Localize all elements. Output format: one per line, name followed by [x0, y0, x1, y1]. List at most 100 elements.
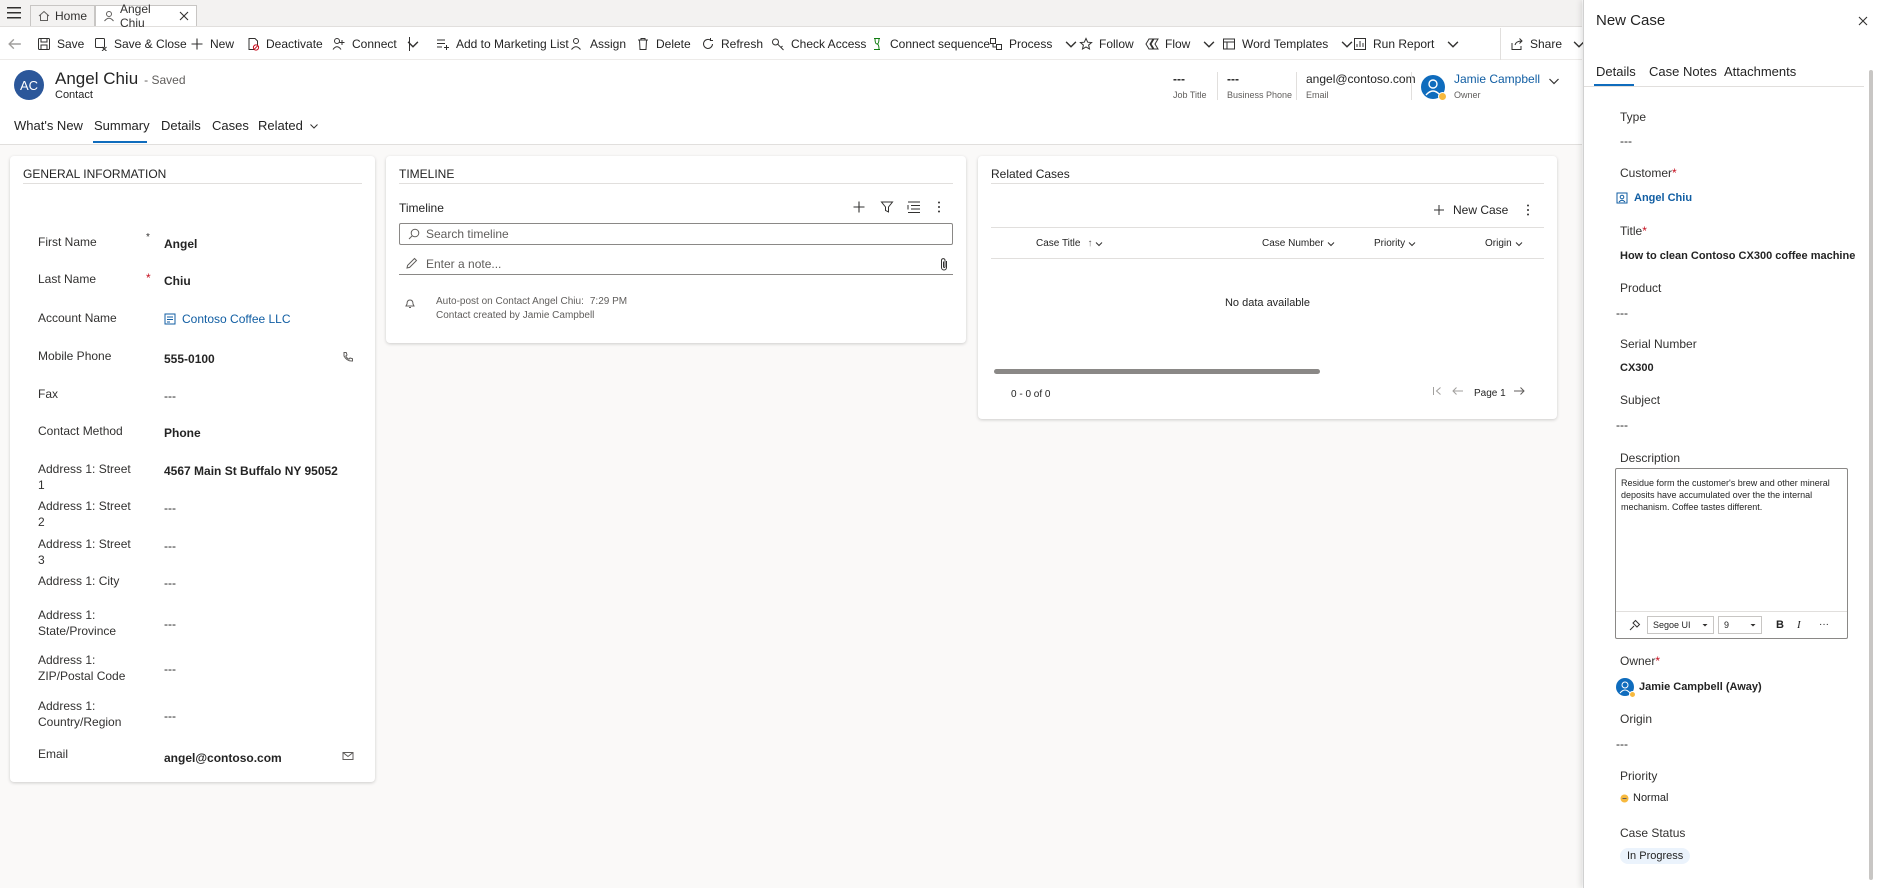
description-editor[interactable]: Residue form the customer's brew and oth…: [1615, 468, 1848, 639]
tab-summary[interactable]: Summary: [94, 118, 150, 133]
new-button[interactable]: New: [190, 28, 234, 60]
note-input[interactable]: Enter a note...: [426, 257, 501, 271]
product-field[interactable]: ---: [1616, 306, 1628, 320]
owner-link[interactable]: Jamie Campbell: [1454, 72, 1540, 86]
tab-whats-new[interactable]: What's New: [14, 118, 83, 133]
save-button[interactable]: Save: [37, 28, 84, 60]
required-mark: *: [146, 271, 151, 285]
first-page-icon[interactable]: [1432, 386, 1442, 396]
field-value[interactable]: ---: [164, 539, 176, 553]
delete-label: Delete: [656, 37, 691, 51]
field-value[interactable]: ---: [164, 501, 176, 515]
origin-field[interactable]: ---: [1616, 737, 1628, 751]
customer-field[interactable]: Angel Chiu: [1616, 192, 1692, 204]
attachment-icon[interactable]: [939, 257, 949, 271]
column-priority[interactable]: Priority: [1374, 238, 1416, 249]
new-case-button[interactable]: New Case: [1433, 203, 1508, 217]
more-options-icon[interactable]: [936, 200, 942, 214]
previous-page-icon[interactable]: [1452, 386, 1464, 396]
save-close-button[interactable]: Save & Close: [94, 28, 187, 60]
tab-record[interactable]: Angel Chiu: [95, 2, 197, 30]
horizontal-scrollbar[interactable]: [994, 369, 1320, 374]
assign-button[interactable]: Assign: [570, 28, 626, 60]
title-field[interactable]: How to clean Contoso CX300 coffee machin…: [1620, 250, 1855, 262]
timeline-search-box[interactable]: Search timeline: [399, 223, 953, 245]
menu-icon[interactable]: [7, 7, 21, 19]
filter-icon[interactable]: [880, 200, 894, 214]
subject-field[interactable]: ---: [1616, 418, 1628, 432]
bold-button[interactable]: B: [1776, 619, 1784, 631]
pane-scrollbar[interactable]: [1869, 70, 1873, 880]
note-input-box[interactable]: Enter a note...: [399, 253, 953, 275]
field-value[interactable]: ---: [164, 389, 176, 403]
field-value[interactable]: Phone: [164, 426, 201, 440]
share-button[interactable]: Share: [1510, 28, 1586, 60]
deactivate-button[interactable]: Deactivate: [246, 28, 323, 60]
tab-related[interactable]: Related: [258, 118, 319, 133]
field-value[interactable]: ---: [164, 617, 176, 631]
field-value[interactable]: ---: [164, 576, 176, 590]
more-options-icon[interactable]: [1525, 203, 1531, 217]
flow-button[interactable]: Flow: [1145, 28, 1216, 60]
font-size-select[interactable]: 9: [1718, 616, 1762, 634]
field-value[interactable]: ---: [164, 709, 176, 723]
delete-button[interactable]: Delete: [636, 28, 691, 60]
add-marketing-label: Add to Marketing List: [456, 37, 569, 51]
column-origin[interactable]: Origin: [1485, 238, 1523, 249]
customer-link[interactable]: Angel Chiu: [1634, 192, 1692, 204]
add-timeline-icon[interactable]: [852, 200, 866, 214]
header-expand-chevron-icon[interactable]: [1548, 75, 1560, 87]
tab-home[interactable]: Home: [30, 5, 96, 26]
run-report-button[interactable]: Run Report: [1353, 28, 1460, 60]
field-value[interactable]: 4567 Main St Buffalo NY 95052: [164, 464, 338, 478]
tab-cases[interactable]: Cases: [212, 118, 249, 133]
sort-asc-icon: ↑: [1087, 238, 1093, 249]
italic-button[interactable]: I: [1797, 619, 1801, 631]
check-access-button[interactable]: Check Access: [771, 28, 866, 60]
grid-header-bottom-border: [991, 258, 1544, 259]
case-status-badge[interactable]: In Progress: [1620, 848, 1691, 864]
back-button[interactable]: [8, 28, 22, 60]
connect-button[interactable]: Connect: [332, 28, 410, 60]
close-tab-icon[interactable]: [179, 11, 189, 21]
column-case-title[interactable]: Case Title ↑: [1036, 238, 1103, 249]
owner-link[interactable]: Jamie Campbell (Away): [1639, 681, 1762, 693]
phone-icon[interactable]: [342, 351, 354, 363]
close-pane-icon[interactable]: [1858, 16, 1868, 26]
expand-all-icon[interactable]: [907, 200, 921, 214]
connect-sequence-button[interactable]: Connect sequence: [870, 28, 990, 60]
tab-case-details[interactable]: Details: [1596, 64, 1636, 79]
process-button[interactable]: Process: [989, 28, 1078, 60]
account-link[interactable]: Contoso Coffee LLC: [182, 312, 291, 326]
contact-icon: [103, 10, 115, 22]
home-icon: [38, 10, 50, 22]
account-name-field[interactable]: Contoso Coffee LLC: [164, 312, 291, 326]
add-marketing-list-button[interactable]: Add to Marketing List: [436, 28, 569, 60]
timeline-search-input[interactable]: Search timeline: [426, 227, 509, 241]
field-value[interactable]: Chiu: [164, 274, 191, 288]
plus-icon: [1433, 204, 1445, 216]
email-icon[interactable]: [342, 750, 354, 762]
follow-button[interactable]: Follow: [1079, 28, 1134, 60]
owner-avatar[interactable]: [1421, 75, 1447, 101]
connect-dropdown[interactable]: [406, 28, 420, 60]
field-value[interactable]: Angel: [164, 237, 197, 251]
chevron-down-icon: [1408, 240, 1416, 248]
type-field[interactable]: ---: [1620, 134, 1632, 148]
priority-field[interactable]: Normal: [1620, 792, 1668, 804]
tab-case-notes[interactable]: Case Notes: [1649, 64, 1717, 79]
word-templates-button[interactable]: Word Templates: [1222, 28, 1354, 60]
font-name-select[interactable]: Segoe UI: [1647, 616, 1714, 634]
field-value[interactable]: angel@contoso.com: [164, 751, 282, 765]
more-formatting-button[interactable]: ···: [1819, 619, 1829, 630]
format-painter-icon[interactable]: [1628, 619, 1641, 632]
column-case-number[interactable]: Case Number: [1262, 238, 1335, 249]
field-value[interactable]: ---: [164, 662, 176, 676]
refresh-button[interactable]: Refresh: [701, 28, 763, 60]
tab-attachments[interactable]: Attachments: [1724, 64, 1796, 79]
serial-number-field[interactable]: CX300: [1620, 362, 1654, 374]
next-page-icon[interactable]: [1513, 386, 1525, 396]
tab-details[interactable]: Details: [161, 118, 201, 133]
description-text[interactable]: Residue form the customer's brew and oth…: [1621, 477, 1841, 513]
field-value[interactable]: 555-0100: [164, 352, 215, 366]
